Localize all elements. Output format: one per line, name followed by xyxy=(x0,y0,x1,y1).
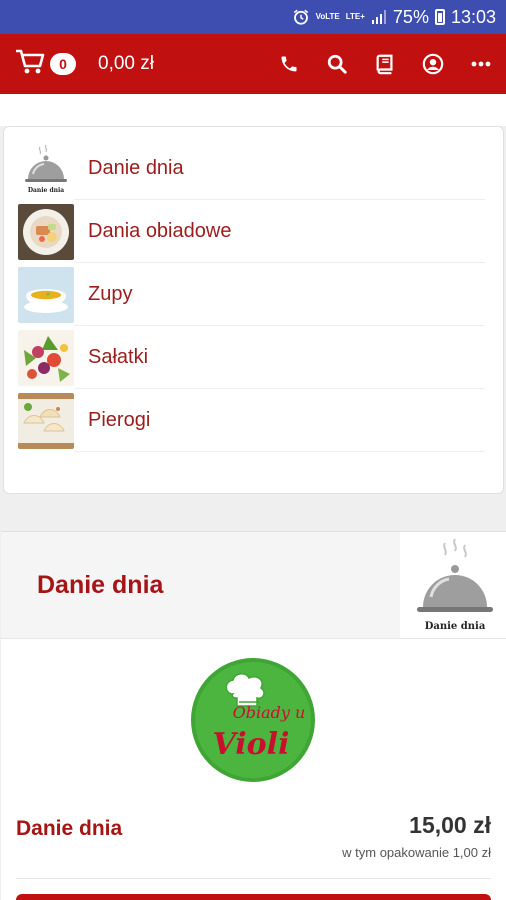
category-item-salatki[interactable]: Sałatki xyxy=(18,326,485,389)
more-icon xyxy=(471,61,491,67)
menu-book-button[interactable] xyxy=(374,53,396,75)
category-item-dania-obiadowe[interactable]: Dania obiadowe xyxy=(18,200,485,263)
lte-label: LTE+ xyxy=(345,12,365,21)
packaging-note: w tym opakowanie 1,00 zł xyxy=(342,845,491,860)
category-item-danie-dnia[interactable]: Danie dnia Danie dnia xyxy=(18,137,485,200)
brand-logo: Obiady u Violi xyxy=(189,656,317,784)
divider xyxy=(16,878,491,879)
phone-icon xyxy=(281,56,297,72)
signal-icon xyxy=(371,9,387,25)
cart-button[interactable]: 0 xyxy=(14,48,76,81)
search-button[interactable] xyxy=(326,53,348,75)
category-label: Pierogi xyxy=(74,389,485,452)
logo-line2: Violi xyxy=(213,727,290,762)
product-row: Danie dnia 15,00 zł w tym opakowanie 1,0… xyxy=(16,812,491,860)
cart-icon xyxy=(14,48,46,81)
section-header: Danie dnia Danie dnia xyxy=(1,532,506,639)
dinner-plate-thumbnail xyxy=(18,203,74,260)
volte-label: VoLTE xyxy=(315,12,340,21)
section-title: Danie dnia xyxy=(37,570,164,599)
cart-count-badge: 0 xyxy=(50,53,76,75)
cloche-thumbnail: Danie dnia xyxy=(18,140,74,197)
add-to-cart-button[interactable] xyxy=(16,894,491,900)
product-price: 15,00 zł xyxy=(409,812,491,838)
battery-percent: 75% xyxy=(392,6,429,27)
section-card: Danie dnia Danie dnia Obiady u Violi Dan… xyxy=(1,531,506,900)
cart-total: 0,00 zł xyxy=(98,53,154,74)
soup-thumbnail xyxy=(18,266,74,323)
alarm-icon xyxy=(292,8,310,26)
more-button[interactable] xyxy=(470,53,492,75)
spacer xyxy=(0,94,506,126)
app-toolbar: 0 0,00 zł xyxy=(0,34,506,94)
category-item-zupy[interactable]: Zupy xyxy=(18,263,485,326)
category-label: Sałatki xyxy=(74,326,485,389)
thumb-caption: Danie dnia xyxy=(28,187,64,194)
category-label: Dania obiadowe xyxy=(74,200,485,263)
category-label: Zupy xyxy=(74,263,485,326)
cloche-image: Danie dnia xyxy=(400,532,506,638)
phone-button[interactable] xyxy=(278,53,300,75)
search-icon xyxy=(327,54,347,74)
battery-icon xyxy=(434,9,445,25)
account-icon xyxy=(422,53,444,75)
status-bar: VoLTE LTE+ 75% 13:03 xyxy=(0,0,506,34)
salad-thumbnail xyxy=(18,329,74,386)
product-name: Danie dnia xyxy=(16,817,123,840)
category-label: Danie dnia xyxy=(74,137,485,200)
logo-line1: Obiady u xyxy=(233,703,306,722)
account-button[interactable] xyxy=(422,53,444,75)
pierogi-thumbnail xyxy=(18,392,74,449)
book-icon xyxy=(376,54,393,75)
clock-time: 13:03 xyxy=(450,6,496,27)
category-item-pierogi[interactable]: Pierogi xyxy=(18,389,485,452)
cloche-caption: Danie dnia xyxy=(425,621,486,632)
category-list: Danie dnia Danie dnia Dania obiadowe Zup… xyxy=(3,126,504,494)
